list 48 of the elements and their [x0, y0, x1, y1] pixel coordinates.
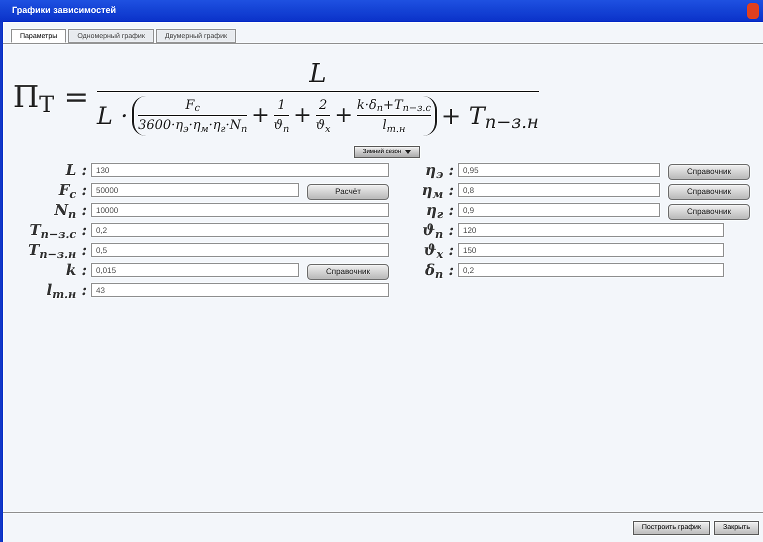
value-field[interactable]: 130: [91, 163, 389, 177]
variable-label: η$_{э}$ :: [425, 160, 454, 182]
value-field[interactable]: 10000: [91, 203, 389, 217]
formula-text: L ·: [96, 100, 128, 132]
value-field[interactable]: 150: [458, 243, 724, 257]
reference-button[interactable]: Справочник: [668, 164, 750, 180]
formula-text: +: [251, 102, 270, 130]
value-field[interactable]: 0,2: [91, 223, 389, 237]
formula-text: ϑ$_{п}$: [274, 117, 290, 136]
formula-text: ϑ$_{х}$: [316, 117, 330, 136]
value-field[interactable]: 43: [91, 283, 389, 297]
reference-button[interactable]: Расчёт: [307, 184, 389, 200]
value-field[interactable]: 0,9: [458, 203, 660, 217]
value-field[interactable]: 0,95: [458, 163, 660, 177]
value-field[interactable]: 120: [458, 223, 724, 237]
variable-label: ϑ$_{х}$ :: [424, 240, 454, 262]
variable-label: T$_{п−з.н}$ :: [28, 240, 87, 262]
formula-text: + T$_{п−з.н}$: [440, 100, 539, 134]
variable-label: l$_{т.н}$ :: [46, 280, 87, 302]
variable-label: F$_{c}$ :: [58, 180, 87, 202]
value-field[interactable]: 0,5: [91, 243, 389, 257]
variable-label: ϑ$_{п}$ :: [422, 220, 454, 242]
formula-text: Π$_{T}$ =: [13, 78, 89, 120]
value-field[interactable]: 50000: [91, 183, 299, 197]
window-title: Графики зависимостей: [11, 4, 116, 18]
formula-text: L: [309, 58, 326, 91]
variable-label: η$_{м}$ :: [422, 180, 454, 202]
formula-text: 2: [318, 96, 328, 115]
variable-label: δ$_{п}$ :: [425, 260, 454, 282]
formula-text: F$_{c}$: [185, 96, 200, 116]
variable-label: T$_{п−з.с}$ :: [30, 220, 87, 242]
caret-icon: [405, 150, 412, 154]
formula-text: +: [293, 102, 312, 130]
formula-text: l$_{т.н}$: [382, 117, 406, 136]
reference-button[interactable]: Справочник: [668, 204, 750, 220]
value-field[interactable]: 0,015: [91, 263, 299, 277]
formula-text: 1: [277, 96, 286, 115]
formula-text: k·δ$_{п}$+T$_{п−з.с}$: [356, 96, 431, 116]
value-field[interactable]: 0,8: [458, 183, 660, 197]
variable-label: L :: [66, 160, 87, 181]
variable-label: η$_{г}$ :: [426, 200, 454, 222]
formula-text: +: [334, 102, 353, 130]
value-field[interactable]: 0,2: [458, 263, 724, 277]
variable-label: k :: [66, 260, 87, 281]
variable-label: N$_{п}$ :: [54, 200, 87, 222]
formula-text: 3600·η$_{э}$·η$_{м}$·η$_{г}$·N$_{п}$: [138, 117, 248, 136]
reference-button[interactable]: Справочник: [668, 184, 750, 200]
reference-button[interactable]: Справочник: [307, 264, 389, 280]
